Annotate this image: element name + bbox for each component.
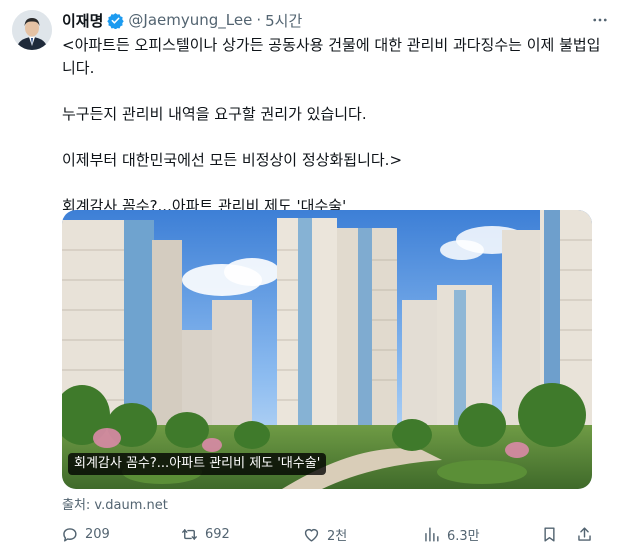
repost-icon	[182, 528, 197, 540]
views-count: 6.3만	[447, 528, 480, 544]
repost-count: 692	[205, 526, 230, 542]
card-source[interactable]: 출처: v.daum.net	[62, 494, 168, 513]
card-caption: 회계감사 꼼수?...아파트 관리비 제도 '대수술'	[68, 453, 327, 475]
more-icon[interactable]	[588, 8, 612, 32]
tweet-line: 이제부터 대한민국에선 모든 비정상이 정상화됩니다.>	[62, 151, 403, 169]
views-button[interactable]: 6.3만	[422, 519, 480, 549]
like-count: 2천	[327, 528, 348, 544]
tweet-line: <아파트든 오피스텔이나 상가든 공동사용 건물에 대한 관리비 과다징수는 이…	[62, 36, 601, 77]
tweet-header: 이재명 @Jaemyung_Lee · 5시간	[62, 9, 302, 31]
bookmark-button[interactable]	[540, 519, 565, 549]
verified-badge-icon	[107, 12, 125, 29]
like-icon	[304, 528, 319, 542]
reply-button[interactable]: 209	[60, 519, 110, 549]
author-handle[interactable]: @Jaemyung_Lee	[128, 11, 252, 29]
share-button[interactable]	[575, 519, 600, 549]
tweet: 이재명 @Jaemyung_Lee · 5시간 <아파트든 오피스텔이나 상가든…	[0, 0, 640, 555]
tweet-text: <아파트든 오피스텔이나 상가든 공동사용 건물에 대한 관리비 과다징수는 이…	[62, 34, 610, 218]
link-card[interactable]: 회계감사 꼼수?...아파트 관리비 제도 '대수술'	[62, 210, 592, 489]
tweet-time[interactable]: 5시간	[265, 10, 302, 31]
bookmark-icon	[544, 526, 555, 542]
reply-count: 209	[85, 526, 110, 542]
avatar[interactable]	[12, 10, 52, 50]
author-name[interactable]: 이재명	[62, 10, 103, 31]
reply-icon	[63, 527, 77, 542]
like-button[interactable]: 2천	[302, 519, 347, 549]
action-bar: 209 692 2천 6.3만	[50, 519, 610, 549]
tweet-line: 누구든지 관리비 내역을 요구할 권리가 있습니다.	[62, 105, 367, 123]
repost-button[interactable]: 692	[180, 519, 230, 549]
views-icon	[425, 526, 439, 542]
share-icon	[578, 526, 591, 541]
separator-dot: ·	[256, 11, 262, 29]
card-image	[62, 210, 592, 489]
